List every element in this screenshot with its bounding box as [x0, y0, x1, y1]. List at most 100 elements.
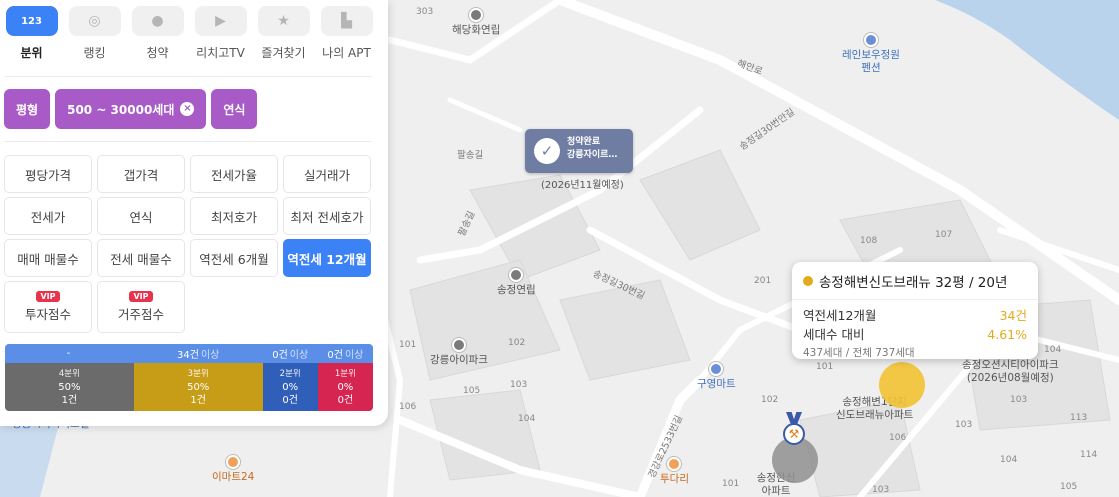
quartile-rank: 2분위	[279, 368, 301, 379]
filter-chip-households[interactable]: 500 ~ 30000세대 ×	[55, 89, 207, 129]
quartile-legend: -4분위 50% 1건 34건 이상 3분위 50% 1건 0건 이상 2분위 0% 0건 0건 이상 1분위…	[5, 344, 373, 411]
mart-pin-icon	[709, 362, 724, 376]
quartile-percent: 0%	[282, 381, 299, 393]
poi-apartment[interactable]: 강릉아이파크	[430, 338, 488, 367]
apartment-pin-icon	[451, 338, 466, 352]
metric-button[interactable]: 역전세 12개월	[283, 239, 371, 277]
building-number: 103	[1010, 395, 1028, 405]
metric-button[interactable]: 연식	[97, 197, 185, 235]
quartile-icon: 123	[5, 6, 58, 36]
ranking-medal-icon: ◎	[68, 6, 121, 36]
metric-button[interactable]: 최저 전세호가	[283, 197, 371, 235]
metric-button[interactable]: 실거래가	[283, 155, 371, 193]
complex-info-popup[interactable]: 송정해변신도브래뉴 32평 / 20년 역전세12개월 34건 세대수 대비 4.6…	[792, 262, 1038, 359]
metric-button[interactable]: 역전세 6개월	[190, 239, 278, 277]
building-icon: ▙	[320, 6, 373, 36]
auction-gavel-icon[interactable]: ⚒	[783, 423, 805, 445]
marker-date: (2026년11월예정)	[541, 180, 624, 191]
metric-button[interactable]: 전세가	[4, 197, 92, 235]
play-icon: ▶	[194, 6, 247, 36]
metric-button[interactable]: 평당가격	[4, 155, 92, 193]
threshold-value: 0건	[272, 350, 288, 361]
category-nav: 123 분위 ◎ 랭킹 ● 청약 ▶ 리치고TV ★ 즐겨찾기 ▙ 나의 APT	[4, 6, 374, 61]
building-number: 103	[510, 380, 528, 390]
piggy-bank-icon: ●	[131, 6, 184, 36]
metric-button[interactable]: 최저호가	[190, 197, 278, 235]
filter-chip-size[interactable]: 평형	[4, 89, 51, 129]
popup-row: 세대수 대비 4.61%	[803, 327, 1027, 342]
metric-button[interactable]: 전세가율	[190, 155, 278, 193]
quartile-rank: 4분위	[58, 368, 80, 379]
quartile-segment[interactable]: 34건 이상 3분위 50% 1건	[133, 344, 263, 411]
vip-badge: VIP	[129, 291, 153, 302]
nav-item[interactable]: ▶ 리치고TV	[193, 6, 248, 61]
building-number: 107	[935, 230, 953, 240]
popup-title: 송정해변신도브래뉴 32평 / 20년	[803, 271, 1027, 291]
subscription-complete-marker[interactable]: ✓ 청약완료 강릉자이르…	[525, 129, 633, 173]
nav-item[interactable]: ★ 즐겨찾기	[256, 6, 311, 61]
quartile-count: 0건	[337, 394, 354, 406]
filter-chip-age[interactable]: 연식	[211, 89, 258, 129]
threshold-value: -	[66, 348, 71, 359]
quartile-segment[interactable]: 0건 이상 1분위 0% 0건	[317, 344, 373, 411]
marker-status: 청약완료	[567, 137, 601, 147]
nav-item[interactable]: ● 청약	[130, 6, 185, 61]
quartile-count: 1건	[61, 394, 78, 406]
quartile-dot-icon	[803, 276, 813, 286]
star-icon: ★	[257, 6, 310, 36]
threshold-value: 34건	[177, 350, 199, 361]
building-number: 102	[761, 395, 779, 405]
building-number: 106	[889, 433, 907, 443]
threshold-value: 0건	[327, 350, 343, 361]
poi-convenience-store[interactable]: 이마트24	[212, 455, 254, 484]
building-number: 114	[1080, 450, 1098, 460]
quartile-segment[interactable]: - 4분위 50% 1건	[5, 344, 134, 411]
poi-pension[interactable]: 레인보우정원 펜션	[842, 33, 900, 75]
quartile-count: 0건	[282, 394, 298, 406]
vip-metric-button[interactable]: VIP 거주점수	[97, 281, 185, 333]
clear-filter-icon[interactable]: ×	[180, 102, 195, 116]
quartile-threshold: 34건 이상	[133, 344, 263, 363]
building-number: 108	[860, 236, 878, 246]
building-number: 101	[816, 362, 834, 372]
quartile-segment[interactable]: 0건 이상 2분위 0% 0건	[262, 344, 318, 411]
quartile-threshold: 0건 이상	[317, 344, 373, 363]
divider	[4, 76, 372, 77]
quartile-count: 1건	[190, 394, 206, 406]
metric-button[interactable]: 전세 매물수	[97, 239, 185, 277]
poi-apartment[interactable]: 송정오션시티아이파크 (2026년08월예정)	[962, 359, 1059, 385]
quartile-percent: 0%	[337, 381, 354, 393]
quartile-percent: 50%	[58, 381, 81, 393]
vip-badge: VIP	[36, 291, 60, 302]
vip-metric-label: 거주점수	[117, 307, 164, 322]
building-number: 104	[518, 414, 536, 424]
poi-mart[interactable]: 구영마트	[697, 362, 736, 391]
pension-pin-icon	[863, 33, 878, 47]
nav-item-label: 랭킹	[83, 46, 106, 60]
threshold-suffix: 이상	[289, 350, 309, 361]
nav-item[interactable]: ◎ 랭킹	[67, 6, 122, 61]
metric-button[interactable]: 매매 매물수	[4, 239, 92, 277]
building-number: 105	[463, 386, 481, 396]
vip-metric-button[interactable]: VIP 투자점수	[4, 281, 92, 333]
marker-complex-name: 강릉자이르…	[567, 150, 618, 160]
quartile-rank: 3분위	[187, 368, 209, 379]
vip-metric-label: 투자점수	[24, 307, 71, 322]
poi-apartment[interactable]: 송정연립	[497, 268, 536, 297]
apartment-pin-icon	[469, 8, 484, 22]
nav-item[interactable]: ▙ 나의 APT	[319, 6, 374, 61]
stopwatch-icon: ✓	[534, 138, 560, 164]
apartment-cluster-marker[interactable]	[879, 362, 925, 408]
metric-grid: 평당가격 갭가격 전세가율 실거래가전세가 연식 최저호가 최저 전세호가매매 매물수 전세 …	[4, 155, 371, 333]
building-number: 103	[872, 485, 890, 495]
poi-apartment[interactable]: 해당화연립	[452, 8, 500, 37]
metric-button[interactable]: 갭가격	[97, 155, 185, 193]
nav-item-label: 리치고TV	[196, 46, 245, 60]
restaurant-pin-icon	[667, 457, 682, 471]
building-number: 101	[722, 479, 740, 489]
quartile-stats: 4분위 50% 1건	[5, 363, 134, 411]
sea-area	[935, 0, 1119, 120]
quartile-stats: 2분위 0% 0건	[262, 363, 318, 411]
quartile-stats: 3분위 50% 1건	[133, 363, 263, 411]
nav-item[interactable]: 123 분위	[4, 6, 59, 61]
